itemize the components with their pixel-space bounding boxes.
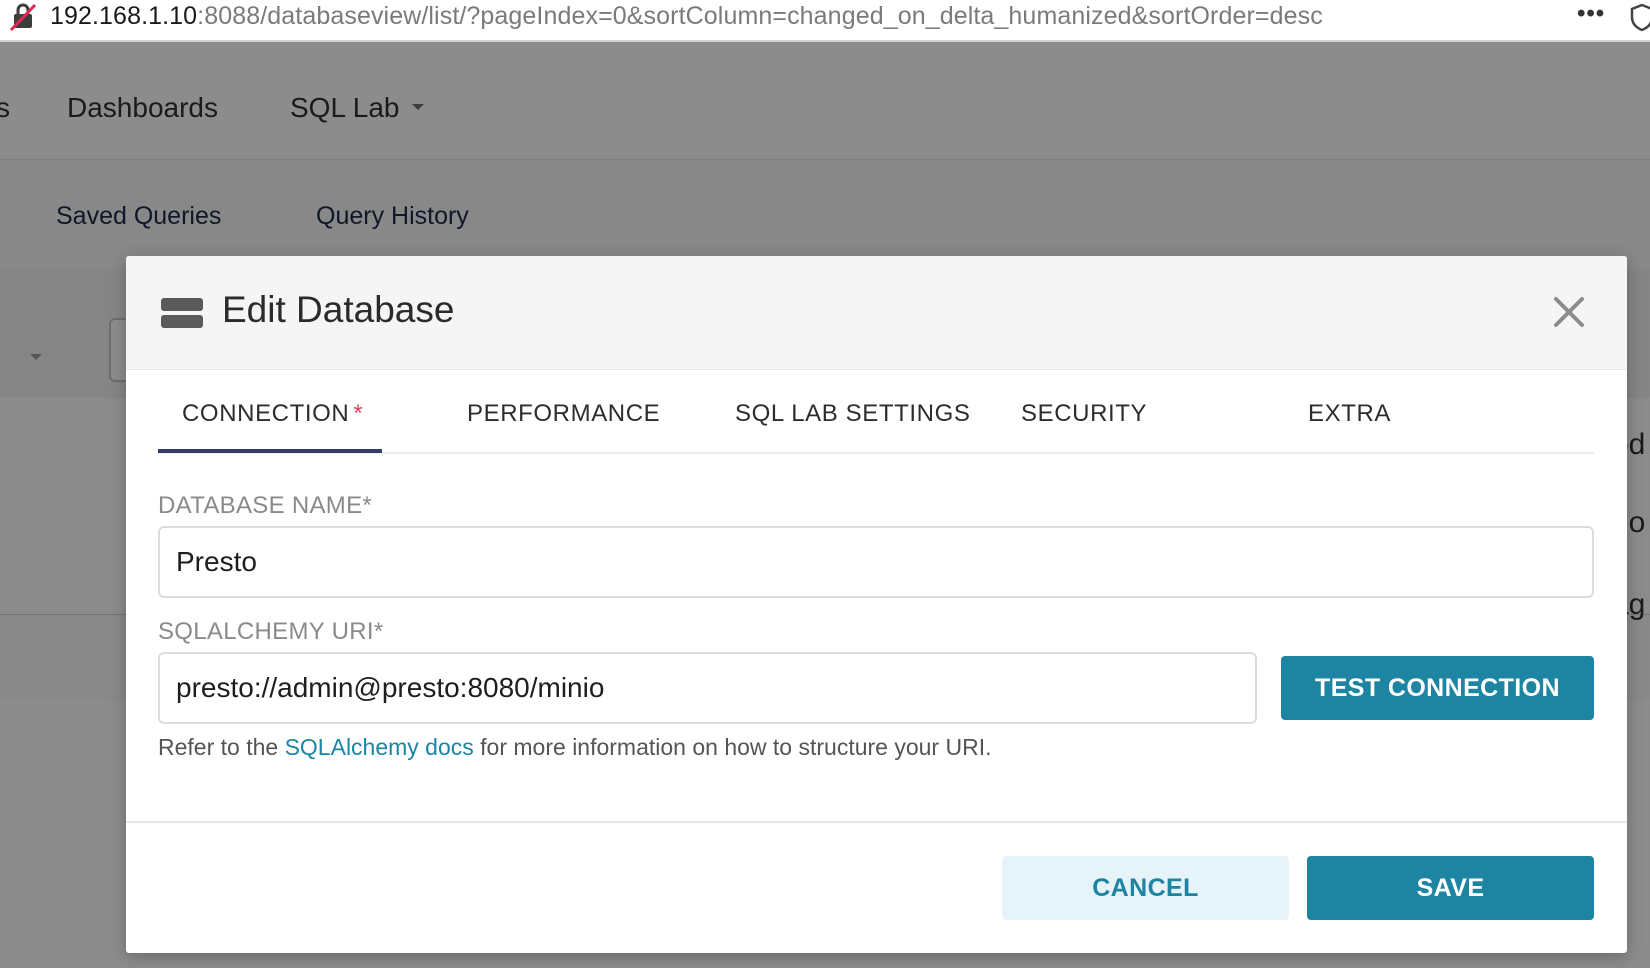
active-tab-indicator (158, 449, 382, 453)
tab-performance[interactable]: PERFORMANCE (467, 400, 660, 428)
required-asterisk: * (353, 400, 364, 427)
tab-connection-label: CONNECTION (182, 400, 350, 427)
save-button[interactable]: SAVE (1307, 856, 1594, 920)
sqlalchemy-uri-input[interactable] (158, 652, 1257, 724)
more-options-icon[interactable]: ••• (1577, 0, 1605, 28)
close-icon[interactable] (1551, 294, 1587, 330)
tab-sql-lab-settings[interactable]: SQL LAB SETTINGS (735, 400, 970, 428)
url-text[interactable]: 192.168.1.10:8088/databaseview/list/?pag… (50, 0, 1323, 32)
modal-header: Edit Database (126, 256, 1627, 370)
tab-security[interactable]: SECURITY (1021, 400, 1147, 428)
test-connection-button[interactable]: TEST CONNECTION (1281, 656, 1594, 720)
shield-icon[interactable] (1630, 2, 1650, 32)
browser-url-bar[interactable]: 192.168.1.10:8088/databaseview/list/?pag… (0, 0, 1650, 42)
cancel-button[interactable]: CANCEL (1002, 856, 1289, 920)
insecure-lock-icon (9, 3, 37, 32)
tab-connection[interactable]: CONNECTION * (182, 400, 363, 428)
sqlalchemy-docs-link[interactable]: SQLAlchemy docs (285, 734, 474, 760)
helper-prefix: Refer to the (158, 734, 285, 760)
edit-database-modal: Edit Database CONNECTION * PERFORMANCE SQ… (126, 256, 1627, 953)
sqlalchemy-uri-label: SQLALCHEMY URI* (158, 618, 384, 645)
modal-tabs: CONNECTION * PERFORMANCE SQL LAB SETTINGS… (158, 370, 1594, 454)
uri-helper-text: Refer to the SQLAlchemy docs for more in… (158, 734, 991, 761)
modal-footer-divider (126, 821, 1627, 823)
database-name-input[interactable] (158, 526, 1594, 598)
helper-suffix: for more information on how to structure… (473, 734, 992, 760)
database-icon (161, 298, 203, 328)
url-path: :8088/databaseview/list/?pageIndex=0&sor… (197, 2, 1323, 30)
tab-extra[interactable]: EXTRA (1308, 400, 1391, 428)
database-name-label: DATABASE NAME* (158, 492, 373, 519)
url-host: 192.168.1.10 (50, 2, 198, 30)
modal-title: Edit Database (222, 289, 455, 330)
